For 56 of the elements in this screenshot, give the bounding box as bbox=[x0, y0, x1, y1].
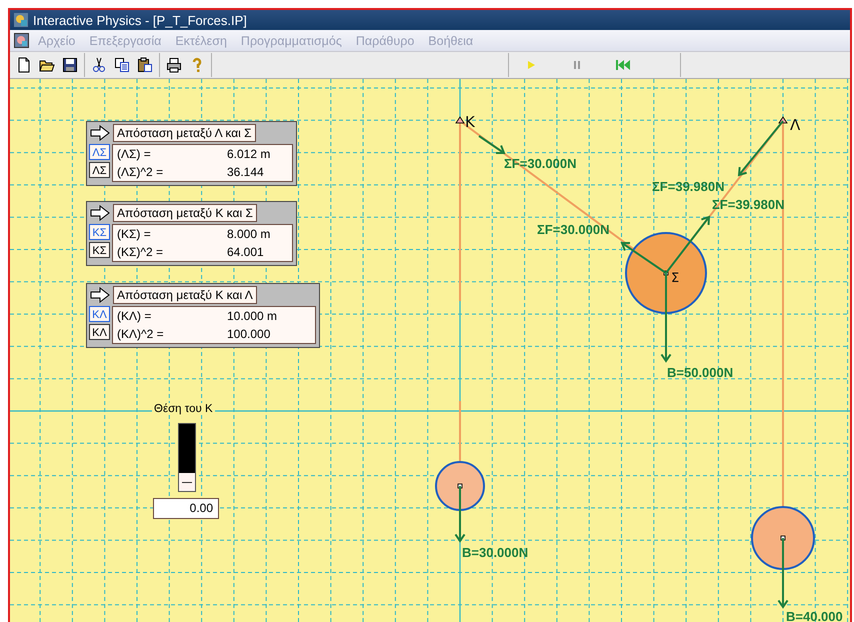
force-label: B=40.000 bbox=[786, 609, 843, 622]
document-icon[interactable] bbox=[14, 33, 29, 48]
force-arrow bbox=[454, 486, 466, 543]
anchor-icon[interactable] bbox=[778, 116, 788, 124]
meter-panel[interactable]: Απόσταση μεταξύ Λ και Σ ΛΣ ΛΣ (ΛΣ) = 6.012 m (ΛΣ)^2 = 36.144 bbox=[86, 121, 297, 186]
meter-label: (ΚΣ)^2 = bbox=[117, 244, 164, 260]
force-label: B=50.000N bbox=[667, 365, 734, 380]
force-arrow bbox=[778, 538, 788, 609]
force-label: ΣF=39.980N bbox=[712, 197, 784, 212]
anchor-icon[interactable] bbox=[455, 116, 465, 124]
force-label: B=30.000N bbox=[462, 545, 528, 560]
ball[interactable] bbox=[435, 461, 485, 511]
arrow-icon[interactable] bbox=[89, 287, 111, 303]
force-arrow bbox=[738, 120, 784, 176]
printer-icon[interactable] bbox=[164, 55, 184, 75]
center-point bbox=[780, 536, 786, 540]
meter-label: (ΚΛ) = bbox=[117, 308, 152, 324]
force-arrow bbox=[478, 135, 506, 154]
ball[interactable] bbox=[625, 232, 707, 314]
meter-value: 10.000 m bbox=[226, 308, 278, 324]
meter-label: (ΚΣ) = bbox=[117, 226, 152, 242]
force-label: ΣF=30.000N bbox=[537, 222, 610, 237]
meter-title: Απόσταση μεταξύ Κ και Σ bbox=[113, 204, 257, 222]
meter-icon[interactable]: ΛΣ bbox=[89, 162, 110, 178]
force-label: ΣF=30.000N bbox=[504, 156, 576, 171]
meter-label: (ΛΣ) = bbox=[117, 146, 152, 162]
window-title: Interactive Physics - [P_T_Forces.IP] bbox=[33, 12, 247, 28]
arrow-icon[interactable] bbox=[89, 125, 111, 141]
save-icon[interactable] bbox=[60, 55, 80, 75]
center-point bbox=[458, 484, 462, 488]
force-label: ΣF=39.980N bbox=[652, 179, 724, 194]
arrow-icon[interactable] bbox=[89, 205, 111, 221]
value-field[interactable]: 0.00 bbox=[153, 498, 219, 519]
meter-icon[interactable]: ΛΣ bbox=[89, 144, 110, 160]
meter-title: Απόσταση μεταξύ Κ και Λ bbox=[113, 286, 257, 304]
meter-value: 8.000 m bbox=[226, 226, 272, 242]
meter-label: (ΛΣ)^2 = bbox=[117, 164, 164, 180]
meter-icon[interactable]: ΚΣ bbox=[89, 224, 110, 240]
meter-icon[interactable]: ΚΛ bbox=[89, 324, 110, 340]
meter-value: 36.144 bbox=[226, 164, 265, 180]
slider-label: Θέση του Κ bbox=[152, 403, 215, 415]
anchor-label: Λ bbox=[790, 116, 800, 134]
paste-icon[interactable] bbox=[135, 55, 155, 75]
meter-label: (ΚΛ)^2 = bbox=[117, 326, 165, 342]
meter-panel[interactable]: Απόσταση μεταξύ Κ και Σ ΚΣ ΚΣ (ΚΣ) = 8.000 m (ΚΣ)^2 = 64.001 bbox=[86, 201, 297, 266]
meter-icon[interactable]: ΚΣ bbox=[89, 242, 110, 258]
meter-panel[interactable]: Απόσταση μεταξύ Κ και Λ ΚΛ ΚΛ (ΚΛ) = 10.000 m (ΚΛ)^2 = 100.000 bbox=[86, 283, 320, 348]
meter-icon[interactable]: ΚΛ bbox=[89, 306, 110, 322]
app-icon bbox=[14, 13, 28, 27]
meter-value: 6.012 m bbox=[226, 146, 272, 162]
meter-title: Απόσταση μεταξύ Λ και Σ bbox=[113, 124, 256, 142]
body-label: Σ bbox=[671, 271, 680, 286]
meter-value: 64.001 bbox=[226, 244, 265, 260]
ball[interactable] bbox=[751, 506, 815, 570]
meter-value: 100.000 bbox=[226, 326, 272, 342]
copy-icon[interactable] bbox=[112, 55, 132, 75]
